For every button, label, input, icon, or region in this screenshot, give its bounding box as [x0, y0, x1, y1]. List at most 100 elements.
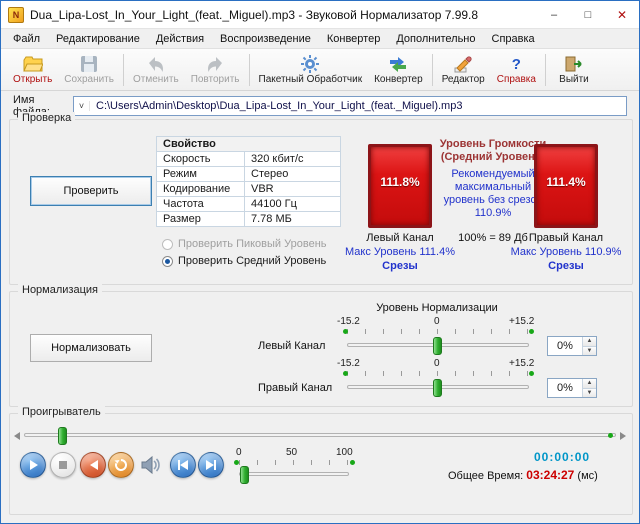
repeat-button[interactable] — [108, 452, 134, 478]
loudness-title-line1: Уровень Громкости — [439, 138, 547, 150]
menu-edit[interactable]: Редактирование — [48, 31, 148, 47]
ruler-end-dot — [343, 371, 348, 376]
close-button[interactable]: ✕ — [605, 1, 639, 29]
right-slider-thumb[interactable] — [433, 379, 442, 397]
check-group: Проверка Проверить Свойство Скорость 320… — [9, 112, 633, 285]
properties-header: Свойство — [156, 136, 341, 152]
right-meter-value: 111.4% — [546, 175, 586, 190]
normalize-group: Нормализация Нормализовать Уровень Норма… — [9, 284, 633, 407]
radio-icon — [162, 238, 173, 250]
file-row: Имя файла: ˅ C:\Users\Admin\Desktop\Dua_… — [1, 94, 639, 118]
volume-slider[interactable] — [239, 472, 349, 476]
help-button[interactable]: ? Справка — [491, 50, 542, 90]
file-path-combobox[interactable]: ˅ C:\Users\Admin\Desktop\Dua_Lipa-Lost_I… — [73, 96, 627, 116]
normalize-left-channel-label: Левый Канал — [258, 340, 326, 352]
seek-end-dot — [608, 433, 613, 438]
property-value: 320 кбит/с — [244, 151, 341, 167]
left-meter-value: 111.8% — [380, 175, 420, 190]
left-slider-ruler — [347, 329, 528, 334]
file-path-value: C:\Users\Admin\Desktop\Dua_Lipa-Lost_In_… — [96, 100, 463, 112]
total-time-value: 03:24:27 — [526, 468, 575, 482]
seek-left-arrow-icon[interactable] — [14, 432, 20, 440]
previous-icon — [178, 460, 188, 470]
scale-max-label: +15.2 — [509, 358, 535, 369]
seek-slider[interactable] — [24, 433, 616, 437]
left-slider-thumb[interactable] — [433, 337, 442, 355]
normalize-group-label: Нормализация — [18, 284, 102, 296]
play-button[interactable] — [20, 452, 46, 478]
scale-min-label: -15.2 — [337, 316, 360, 327]
player-group: Проигрыватель 0 50 100 00:00:00 Общее Вр… — [9, 406, 633, 515]
spin-down-icon[interactable]: ▼ — [583, 346, 596, 355]
previous-button[interactable] — [170, 452, 196, 478]
redo-button[interactable]: Повторить — [185, 50, 246, 90]
toolbar-separator — [122, 53, 124, 86]
minimize-button[interactable]: – — [537, 1, 571, 29]
app-window: N Dua_Lipa-Lost_In_Your_Light_(feat._Mig… — [0, 0, 640, 524]
right-level-spinner[interactable]: 0% ▲ ▼ — [547, 378, 597, 398]
next-button[interactable] — [198, 452, 224, 478]
radio-check-peak-level[interactable]: Проверить Пиковый Уровень — [162, 238, 327, 250]
left-channel-label: Левый Канал — [366, 232, 434, 244]
right-channel-meter: 111.4% — [534, 144, 598, 228]
ruler-end-dot — [529, 371, 534, 376]
converter-button[interactable]: Конвертер — [368, 50, 429, 90]
volume-scale-0: 0 — [236, 447, 242, 458]
rewind-icon — [90, 460, 98, 470]
menu-file[interactable]: Файл — [5, 31, 48, 47]
check-group-label: Проверка — [18, 112, 76, 124]
exit-button[interactable]: Выйти — [549, 50, 599, 90]
repeat-icon — [114, 459, 127, 471]
seek-right-arrow-icon[interactable] — [620, 432, 626, 440]
batch-processor-button[interactable]: Пакетный Обработчик — [253, 50, 369, 90]
left-clips-link[interactable]: Срезы — [340, 260, 460, 272]
total-time-unit: (мс) — [577, 470, 598, 482]
menu-extra[interactable]: Дополнительно — [388, 31, 483, 47]
current-time: 00:00:00 — [534, 450, 591, 464]
loudness-title-line2: (Средний Уровень) — [440, 151, 546, 163]
spin-down-icon[interactable]: ▼ — [583, 388, 596, 397]
open-button[interactable]: Открыть — [7, 50, 58, 90]
volume-scale-50: 50 — [286, 447, 298, 458]
normalize-button[interactable]: Нормализовать — [30, 334, 152, 362]
menu-playback[interactable]: Воспроизведение — [212, 31, 319, 47]
left-channel-meter: 111.8% — [368, 144, 432, 228]
property-name: Размер — [156, 211, 245, 227]
right-clips-link[interactable]: Срезы — [506, 260, 626, 272]
spin-up-icon[interactable]: ▲ — [583, 379, 596, 389]
total-time-label: Общее Время: — [448, 470, 524, 482]
normalize-right-channel-label: Правый Канал — [258, 382, 333, 394]
total-time-row: Общее Время: 03:24:27 (мс) — [448, 468, 598, 482]
recommended-level-text: Рекомендуемый максимальный уровень без с… — [443, 168, 543, 219]
undo-icon — [146, 54, 166, 74]
chevron-down-icon[interactable]: ˅ — [74, 101, 90, 111]
menu-converter[interactable]: Конвертер — [319, 31, 388, 47]
spin-up-icon[interactable]: ▲ — [583, 337, 596, 347]
redo-icon — [205, 54, 225, 74]
save-button[interactable]: Сохранить — [58, 50, 120, 90]
volume-button[interactable] — [140, 454, 164, 479]
property-value: VBR — [244, 181, 341, 197]
menu-help[interactable]: Справка — [484, 31, 543, 47]
radio-check-average-level[interactable]: Проверить Средний Уровень — [162, 255, 326, 267]
check-button[interactable]: Проверить — [30, 176, 152, 206]
right-slider-ruler — [347, 371, 528, 376]
save-icon — [80, 54, 98, 74]
seek-thumb[interactable] — [58, 427, 67, 445]
menu-actions[interactable]: Действия — [148, 31, 212, 47]
left-level-value: 0% — [557, 340, 573, 352]
left-level-spinner[interactable]: 0% ▲ ▼ — [547, 336, 597, 356]
volume-thumb[interactable] — [240, 466, 249, 484]
undo-button[interactable]: Отменить — [127, 50, 185, 90]
editor-button[interactable]: Редактор — [436, 50, 491, 90]
toolbar-separator — [431, 53, 433, 86]
ruler-end-dot — [529, 329, 534, 334]
rewind-button[interactable] — [80, 452, 106, 478]
maximize-button[interactable]: □ — [571, 1, 605, 29]
speaker-icon — [141, 455, 160, 475]
scale-mid-label: 0 — [434, 358, 440, 369]
window-title: Dua_Lipa-Lost_In_Your_Light_(feat._Migue… — [30, 7, 479, 22]
radio-selected-icon — [162, 255, 173, 267]
next-icon — [206, 460, 216, 470]
stop-button[interactable] — [50, 452, 76, 478]
